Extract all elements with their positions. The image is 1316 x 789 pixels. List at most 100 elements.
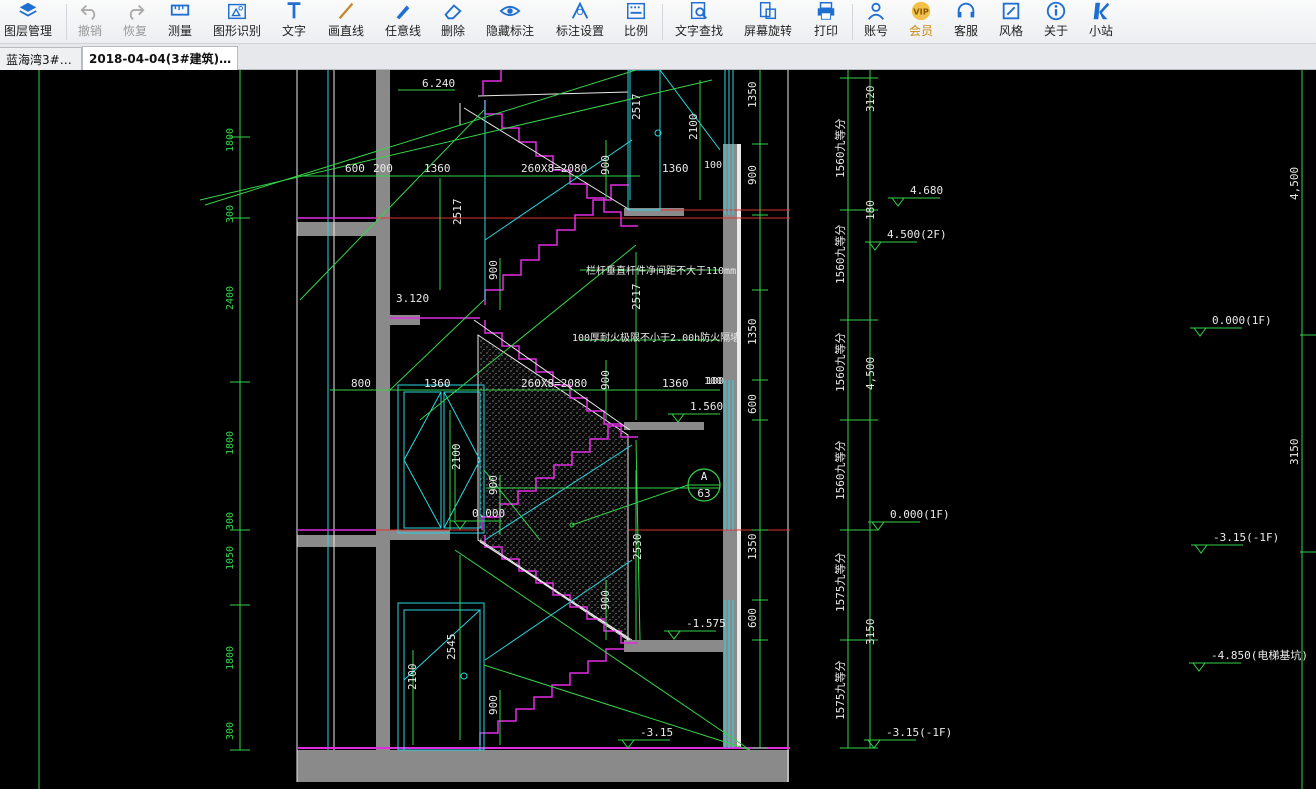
dimension-label: 2100 bbox=[450, 444, 463, 471]
dim-hidden bbox=[483, 664, 751, 751]
dimension-label: 200 bbox=[373, 162, 393, 175]
printer-icon bbox=[814, 0, 838, 22]
dimension-label: 900 bbox=[599, 155, 612, 175]
floor-slab bbox=[297, 535, 390, 547]
rotate-screen-icon bbox=[756, 0, 780, 22]
elevation-label: 4.500(2F) bbox=[887, 228, 947, 241]
elevation-mark bbox=[891, 197, 905, 207]
dimension-label: 600 bbox=[746, 394, 759, 414]
dimension-label: 1800 bbox=[225, 646, 236, 670]
elevation-mark bbox=[1192, 662, 1206, 672]
elevation-label: 4.680 bbox=[910, 184, 943, 197]
toolbar-button-label: 小站 bbox=[1088, 24, 1113, 38]
toolbar-button-label: 会员 bbox=[908, 24, 933, 38]
toolbar-button-text[interactable]: 文字 bbox=[264, 0, 324, 44]
dimension-label: 1350 bbox=[746, 82, 759, 109]
dimension-label: 1360 bbox=[662, 162, 689, 175]
elevation-mark bbox=[1193, 327, 1207, 337]
shape-recognize-icon bbox=[225, 0, 249, 22]
vip-icon: VIP bbox=[909, 0, 933, 22]
toolbar-button-label: 风格 bbox=[998, 24, 1023, 38]
user-icon bbox=[864, 0, 888, 22]
toolbar-button-label: 客服 bbox=[953, 24, 978, 38]
elevation-mark bbox=[1194, 544, 1208, 554]
toolbar-button-label: 文字 bbox=[281, 24, 306, 38]
stair-section-drawing[interactable]: 1800 300 2400 1800 300 1050 1800 300 6.240 600 200… bbox=[0, 70, 1316, 789]
tab-building-drawing[interactable]: 2018-04-04(3#建筑)… × bbox=[82, 46, 238, 70]
dimension-label: 1800 bbox=[225, 431, 236, 455]
eraser-icon bbox=[441, 0, 465, 22]
annotation-note: 栏杆垂直杆件净间距不大于110mm bbox=[586, 264, 736, 277]
toolbar-button-label: 任意线 bbox=[384, 24, 421, 38]
pen-icon bbox=[391, 0, 415, 22]
toolbar-separator bbox=[66, 4, 67, 40]
elevation-label: -3.15 bbox=[640, 726, 673, 739]
dimension-label: 3120 bbox=[864, 86, 877, 113]
toolbar-button-label: 删除 bbox=[440, 24, 465, 38]
toolbar-button-rotate-screen[interactable]: 屏幕旋转 bbox=[738, 0, 798, 44]
toolbar-button-label: 图形识别 bbox=[212, 24, 261, 38]
layers-icon bbox=[16, 0, 40, 22]
dimension-label: 300 bbox=[225, 512, 236, 530]
toolbar-button-k-logo[interactable]: 小站 bbox=[1071, 0, 1131, 44]
elevation-label: -1.575 bbox=[686, 617, 726, 630]
landing-slab bbox=[390, 530, 450, 540]
dimension-label: 1360 bbox=[662, 377, 689, 390]
toolbar-button-label: 打印 bbox=[813, 24, 838, 38]
dimension-label: 2100 bbox=[406, 664, 419, 691]
toolbar-button-label: 关于 bbox=[1043, 24, 1068, 38]
elevation-mark bbox=[671, 413, 685, 423]
scale-icon bbox=[624, 0, 648, 22]
dimension-label: 3150 bbox=[1288, 439, 1301, 466]
toolbar-button-label: 图层管理 bbox=[3, 24, 52, 38]
handrail-line bbox=[484, 139, 633, 241]
measure-icon bbox=[168, 0, 192, 22]
dimension-label: 1800 bbox=[225, 128, 236, 152]
dimension-label: 180 bbox=[864, 200, 877, 220]
dimension-label: 600 bbox=[746, 608, 759, 628]
toolbar-button-text-search[interactable]: 文字查找 bbox=[669, 0, 729, 44]
tab-lanhaiwan[interactable]: 蓝海湾3#… × bbox=[0, 47, 82, 70]
tab-title: 2018-04-04(3#建筑)… bbox=[89, 52, 232, 66]
annotation-note: 100厚耐火极限不小于2.00h防火隔墙 bbox=[572, 331, 740, 344]
toolbar-separator bbox=[852, 4, 853, 40]
eye-icon bbox=[498, 0, 522, 22]
section-marker-letter: A bbox=[701, 470, 708, 483]
wall-line bbox=[737, 144, 741, 749]
dimension-label: 600 bbox=[345, 162, 365, 175]
toolbar-button-measure[interactable]: 测量 bbox=[150, 0, 210, 44]
elevation-label: 1.560 bbox=[690, 400, 723, 413]
door-leaf bbox=[403, 391, 442, 529]
stair-flight bbox=[484, 184, 629, 305]
elevator-door bbox=[627, 70, 661, 211]
elevation-label: 3.120 bbox=[396, 292, 429, 305]
elevation-mark bbox=[667, 630, 681, 640]
dimension-label: 1575九等分 bbox=[833, 661, 847, 721]
toolbar-button-label: 比例 bbox=[623, 24, 648, 38]
dimension-label: 900 bbox=[487, 475, 500, 495]
dimension-label: 900 bbox=[487, 260, 500, 280]
elevation-mark bbox=[871, 521, 885, 531]
stair-flight bbox=[479, 648, 624, 745]
dimension-label: 260X8=2080 bbox=[521, 377, 587, 390]
toolbar-button-label: 恢复 bbox=[122, 24, 147, 38]
elevation-label: 0.000 bbox=[472, 507, 505, 520]
dimension-label: 1575九等分 bbox=[833, 553, 847, 613]
toolbar-button-scale[interactable]: 比例 bbox=[606, 0, 666, 44]
toolbar-button-layers[interactable]: 图层管理 bbox=[0, 0, 58, 44]
dimension-label: 2545 bbox=[445, 634, 458, 661]
toolbar-button-label: 隐藏标注 bbox=[485, 24, 534, 38]
dimension-label: 3150 bbox=[864, 619, 877, 646]
dimension-label: 1360 bbox=[424, 377, 451, 390]
toolbar-button-annotation-settings[interactable]: 标注设置 bbox=[550, 0, 610, 44]
dimension-label: 2517 bbox=[451, 199, 464, 226]
dimension-label: 1360 bbox=[424, 162, 451, 175]
landing-slab bbox=[624, 422, 704, 430]
cad-drawing-canvas[interactable]: 1800 300 2400 1800 300 1050 1800 300 6.240 600 200… bbox=[0, 70, 1316, 789]
dimension-label: 1560九等分 bbox=[833, 333, 847, 393]
toolbar-button-eye[interactable]: 隐藏标注 bbox=[480, 0, 540, 44]
toolbar-button-shape-recognize[interactable]: 图形识别 bbox=[207, 0, 267, 44]
toolbar-button-eraser[interactable]: 删除 bbox=[423, 0, 483, 44]
annotation-settings-icon bbox=[568, 0, 592, 22]
toolbar-button-line[interactable]: 画直线 bbox=[316, 0, 376, 44]
